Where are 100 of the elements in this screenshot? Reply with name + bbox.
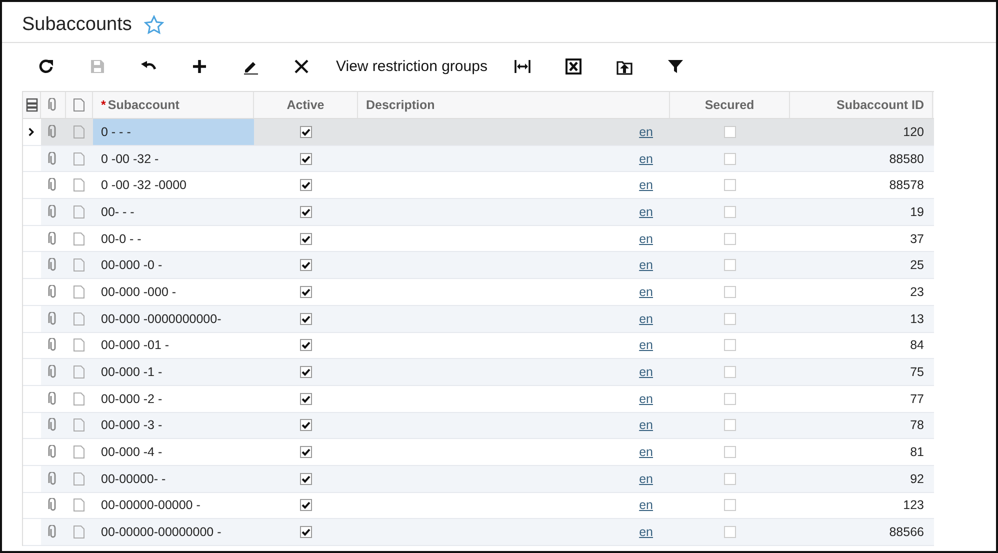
language-link[interactable]: en <box>639 152 653 166</box>
note-icon[interactable] <box>73 392 85 406</box>
table-cell-text: 00-000 -01 - <box>100 337 170 354</box>
note-icon <box>73 98 85 112</box>
table-row[interactable]: 0 -00 -32 - en 88580 <box>23 146 934 172</box>
language-link[interactable]: en <box>639 178 653 192</box>
table-cell-text: 00-000 -000 - <box>100 284 178 301</box>
table-cell-text: 37 <box>909 230 925 248</box>
language-link[interactable]: en <box>639 365 653 380</box>
note-icon[interactable] <box>73 418 85 432</box>
active-checkbox[interactable] <box>300 259 312 272</box>
active-checkbox[interactable] <box>300 419 312 432</box>
language-link[interactable]: en <box>639 392 653 406</box>
language-link[interactable]: en <box>639 338 653 352</box>
excel-export-icon <box>564 58 582 74</box>
table-cell-text: 84 <box>909 337 925 354</box>
note-icon[interactable] <box>73 284 85 299</box>
secured-checkbox[interactable] <box>724 366 736 378</box>
active-checkbox[interactable] <box>300 392 312 405</box>
fit-columns-icon <box>514 58 531 74</box>
table-row[interactable]: 00-000 -0000000000- en 13 <box>23 306 934 332</box>
table-cell-text: 00-000 -0000000000- <box>100 310 222 328</box>
active-checkbox[interactable] <box>300 366 312 378</box>
secured-checkbox[interactable] <box>724 312 736 325</box>
secured-checkbox[interactable] <box>724 126 736 138</box>
active-checkbox[interactable] <box>300 152 312 165</box>
table-cell-text: 123 <box>902 497 925 514</box>
language-link[interactable]: en <box>639 312 653 326</box>
star-icon[interactable] <box>144 15 164 35</box>
secured-checkbox[interactable] <box>724 179 736 192</box>
view-restriction-groups-button[interactable]: View restriction groups <box>330 50 494 82</box>
table-cell-text: 88578 <box>888 177 925 194</box>
note-icon[interactable] <box>73 178 85 192</box>
secured-checkbox[interactable] <box>724 526 736 538</box>
secured-checkbox[interactable] <box>724 446 736 458</box>
table-cell-text: 00- - - <box>100 204 136 221</box>
note-icon[interactable] <box>73 472 85 486</box>
language-link[interactable]: en <box>639 418 653 432</box>
note-icon[interactable] <box>73 525 85 540</box>
table-cell-text: 78 <box>909 417 925 434</box>
secured-checkbox[interactable] <box>724 392 736 405</box>
note-icon[interactable] <box>73 498 85 512</box>
secured-checkbox[interactable] <box>724 419 736 432</box>
column-header[interactable]: Subaccount ID <box>790 92 933 118</box>
note-icon[interactable] <box>73 338 85 352</box>
note-icon[interactable] <box>73 258 85 272</box>
column-header[interactable]: Active <box>254 92 358 118</box>
language-link[interactable]: en <box>639 445 653 460</box>
active-checkbox[interactable] <box>300 499 312 512</box>
active-checkbox[interactable] <box>300 126 312 138</box>
column-header[interactable]: Description <box>358 92 670 118</box>
secured-checkbox[interactable] <box>724 472 736 485</box>
table-row[interactable]: 00-00000-00000000 - en 88566 <box>23 519 934 546</box>
refresh-icon <box>38 58 54 74</box>
active-checkbox[interactable] <box>300 286 312 298</box>
active-checkbox[interactable] <box>300 206 312 218</box>
column-header[interactable]: * Subaccount <box>93 92 254 118</box>
active-checkbox[interactable] <box>300 232 312 245</box>
note-icon[interactable] <box>73 204 85 219</box>
table-row[interactable]: 00-000 -1 - en 75 <box>23 359 934 386</box>
active-checkbox[interactable] <box>300 312 312 325</box>
active-checkbox[interactable] <box>300 339 312 352</box>
note-icon[interactable] <box>73 312 85 326</box>
language-link[interactable]: en <box>639 204 653 219</box>
active-checkbox[interactable] <box>300 446 312 458</box>
language-link[interactable]: en <box>639 525 653 540</box>
secured-checkbox[interactable] <box>724 499 736 512</box>
column-header[interactable]: Secured <box>670 92 790 118</box>
secured-checkbox[interactable] <box>724 206 736 218</box>
language-link[interactable]: en <box>639 124 653 139</box>
note-icon[interactable] <box>73 124 85 139</box>
secured-checkbox[interactable] <box>724 232 736 245</box>
language-link[interactable]: en <box>639 232 653 246</box>
table-cell-text: 00-000 -4 - <box>100 444 164 462</box>
table-cell-text: 75 <box>909 364 925 382</box>
secured-checkbox[interactable] <box>724 152 736 165</box>
table-cell-text: 0 -00 -32 -0000 <box>100 177 188 194</box>
table-cell-text: 120 <box>902 124 925 141</box>
table-row[interactable]: 00- - - en 19 <box>23 199 934 226</box>
table-row[interactable]: 00-000 -0 - en 25 <box>23 252 934 280</box>
table-row[interactable]: 0 - - - en 120 <box>23 119 934 146</box>
active-checkbox[interactable] <box>300 179 312 192</box>
language-link[interactable]: en <box>639 498 653 512</box>
note-icon[interactable] <box>73 365 85 380</box>
secured-checkbox[interactable] <box>724 286 736 298</box>
active-checkbox[interactable] <box>300 472 312 485</box>
note-icon[interactable] <box>73 232 85 246</box>
secured-checkbox[interactable] <box>724 259 736 272</box>
table-row[interactable]: 00-000 -3 - en 78 <box>23 412 934 440</box>
language-link[interactable]: en <box>639 284 653 299</box>
secured-checkbox[interactable] <box>724 339 736 352</box>
note-icon[interactable] <box>73 445 85 460</box>
active-checkbox[interactable] <box>300 526 312 538</box>
table-cell: 0 - - - <box>93 119 254 145</box>
language-link[interactable]: en <box>639 472 653 486</box>
table-row[interactable]: 00-00000- - en 92 <box>23 466 934 493</box>
grid-settings-icon[interactable] <box>26 98 38 112</box>
note-icon[interactable] <box>73 152 85 166</box>
table-cell-text: 00-000 -3 - <box>100 417 164 434</box>
language-link[interactable]: en <box>639 258 653 272</box>
